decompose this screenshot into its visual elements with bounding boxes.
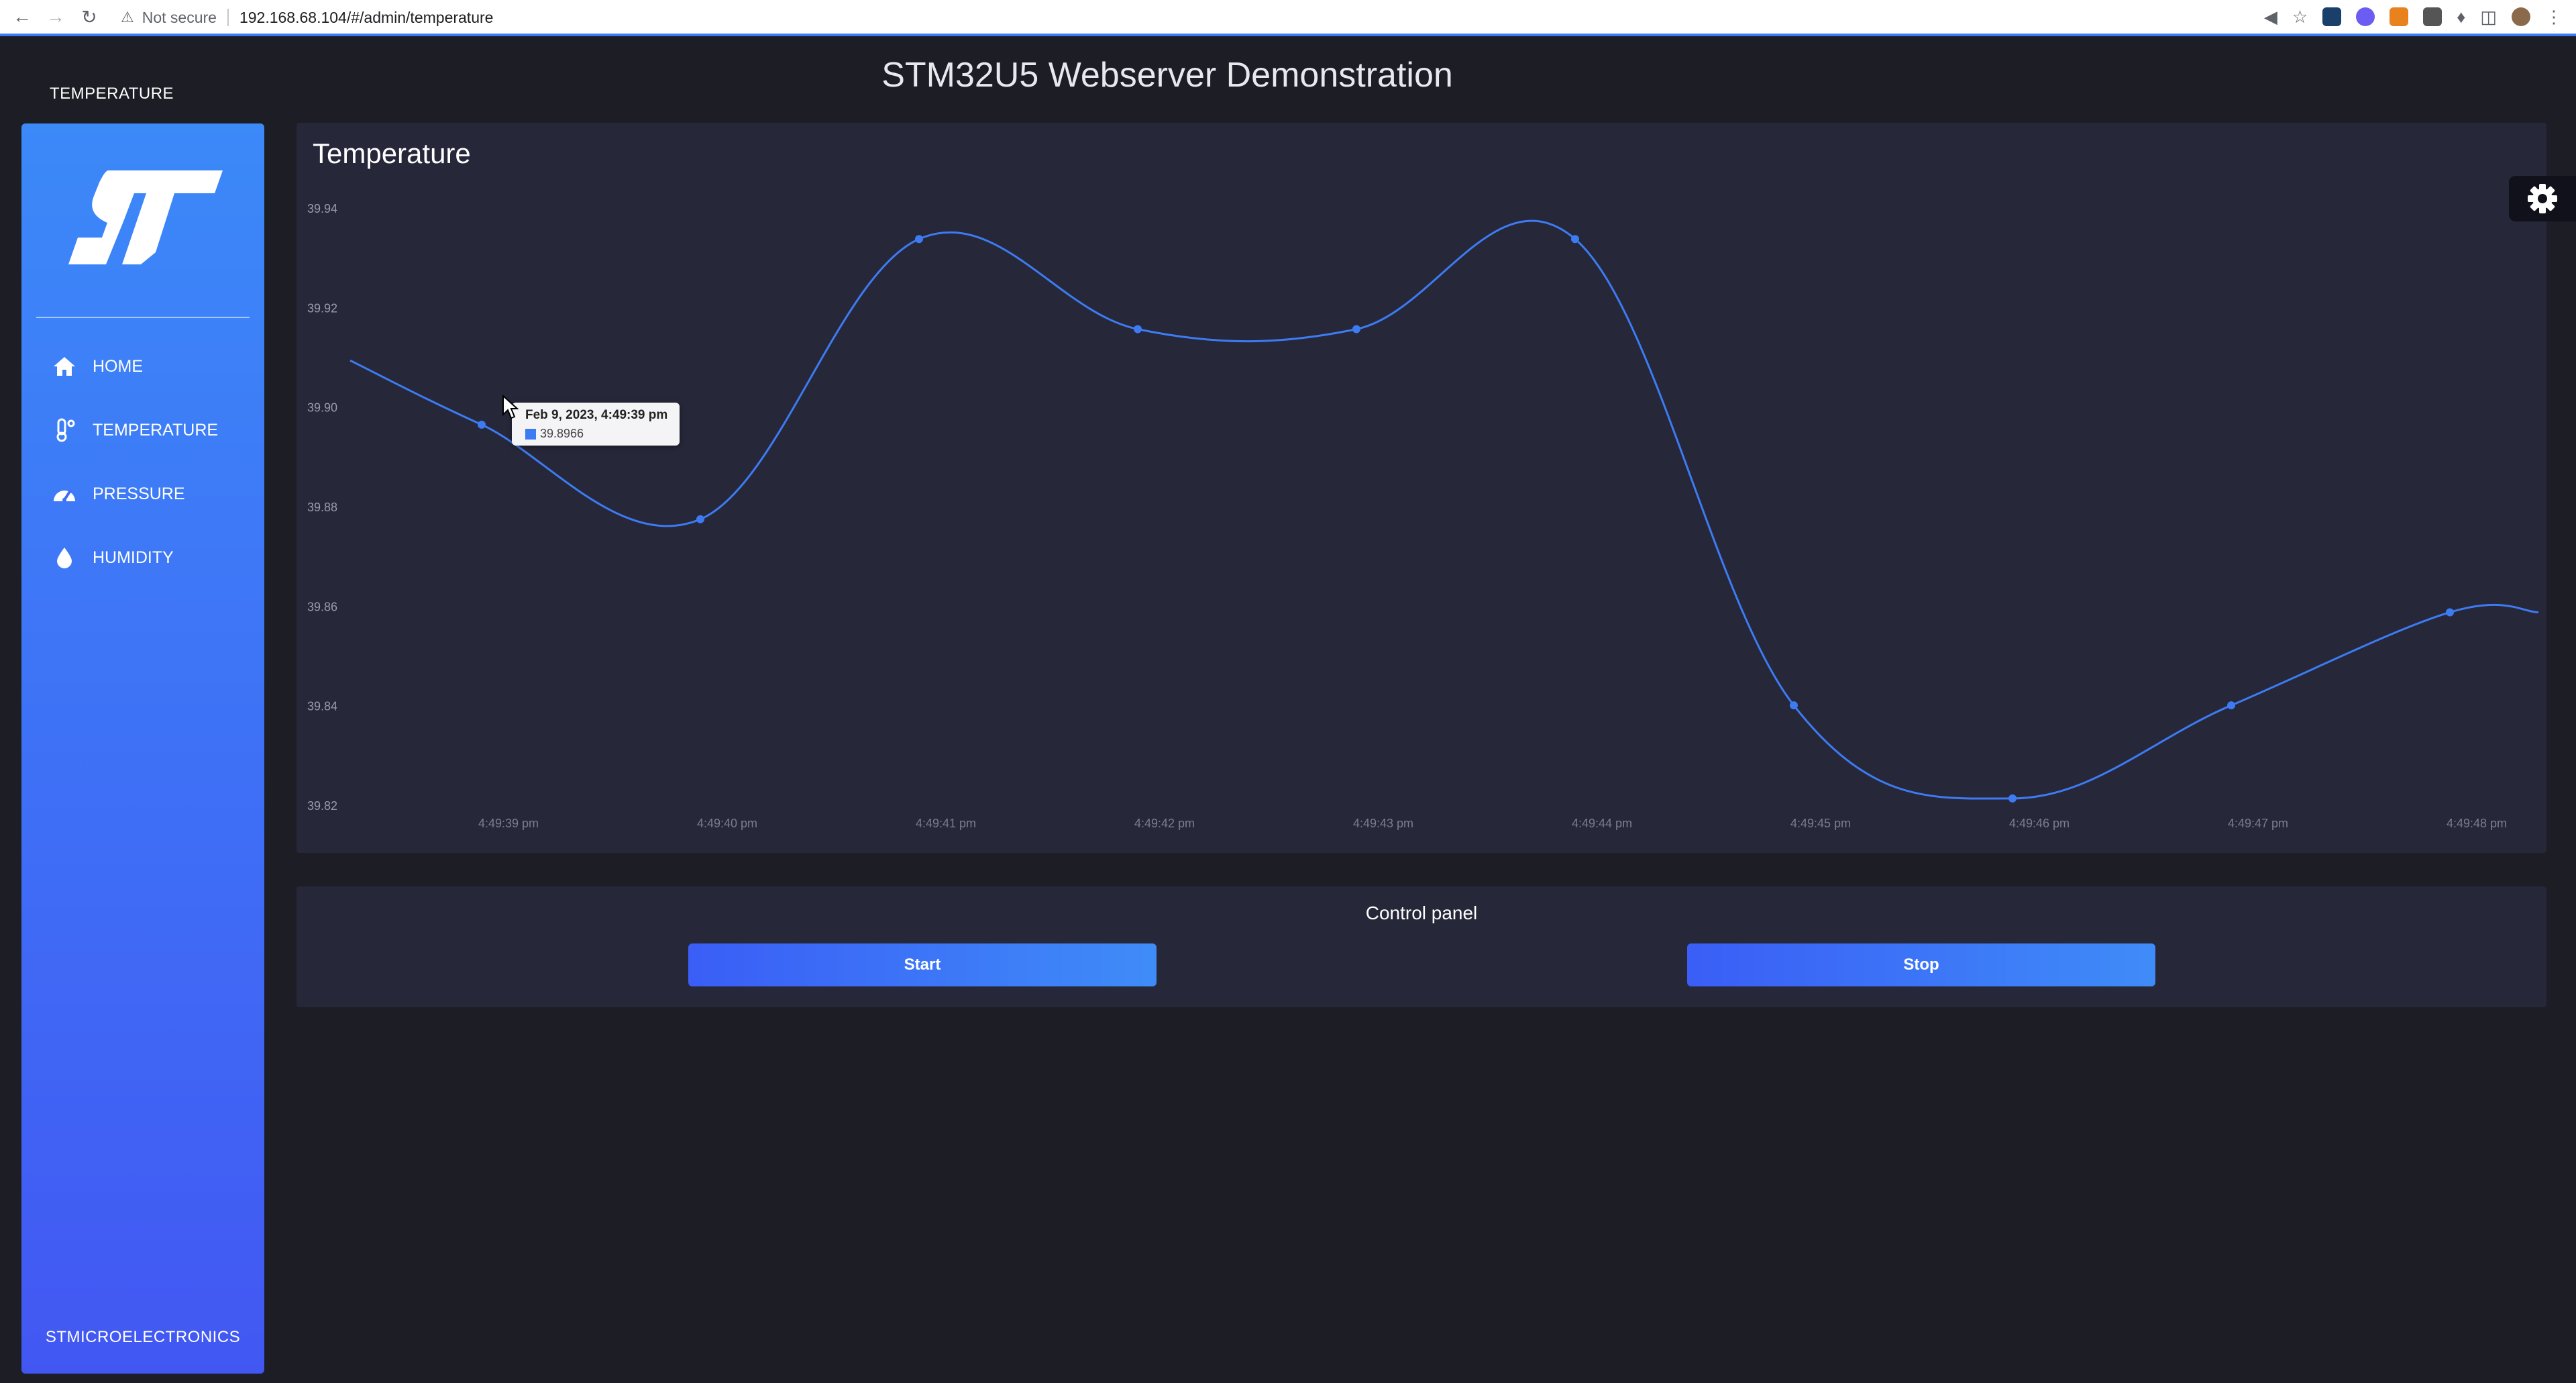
sidebar-item-humidity[interactable]: HUMIDITY (51, 542, 174, 574)
data-point (2446, 608, 2454, 617)
x-tick-label: 4:49:39 pm (478, 817, 539, 830)
sidebar-divider (36, 317, 250, 318)
browser-nav: ← → ↻ (5, 0, 106, 34)
settings-button[interactable] (2509, 176, 2576, 221)
home-icon (51, 353, 78, 380)
avatar[interactable] (2512, 7, 2530, 26)
sidebar-footer: STMICROELECTRONICS (45, 1328, 241, 1346)
reload-icon[interactable]: ↻ (72, 6, 106, 28)
sidebar-item-label: HUMIDITY (93, 548, 174, 567)
security-label: Not secure (142, 8, 217, 26)
data-point (2008, 794, 2017, 803)
browser-actions: ◀ ☆ ♦ ◫ ⋮ (2264, 0, 2563, 34)
sidebar-item-home[interactable]: HOME (51, 350, 143, 382)
sidebar-item-pressure[interactable]: PRESSURE (51, 478, 185, 510)
series-area (350, 221, 2538, 806)
data-point (915, 235, 923, 244)
tooltip-value-row: 39.8966 (525, 427, 584, 441)
back-icon[interactable]: ← (5, 6, 39, 28)
data-point (1790, 701, 1798, 710)
x-tick-label: 4:49:40 pm (697, 817, 757, 830)
x-tick-label: 4:49:47 pm (2228, 817, 2288, 830)
sidebar: HOME TEMPERATURE PRESSURE HUMIDITY STMIC… (21, 123, 264, 1374)
st-logo (68, 170, 223, 264)
metamask-icon[interactable] (2390, 7, 2409, 26)
address-bar[interactable]: ⚠ Not secure 192.168.68.104/#/admin/temp… (121, 4, 493, 31)
data-point (2227, 701, 2235, 710)
sidebar-item-label: PRESSURE (93, 484, 185, 503)
warning-icon: ⚠ (121, 9, 134, 25)
data-point (478, 420, 486, 429)
x-tick-label: 4:49:42 pm (1134, 817, 1195, 830)
x-tick-label: 4:49:46 pm (2009, 817, 2070, 830)
x-tick-label: 4:49:43 pm (1353, 817, 1413, 830)
tooltip-value: 39.8966 (540, 427, 584, 440)
gauge-icon (51, 480, 78, 507)
thermometer-icon (51, 417, 78, 444)
temperature-chart[interactable]: 39.94 39.92 39.90 39.88 39.86 39.84 39.82 4:49:… (297, 123, 2546, 853)
chart-tooltip: Feb 9, 2023, 4:49:39 pm 39.8966 (512, 403, 680, 446)
y-tick-label: 39.94 (307, 202, 337, 215)
data-point (1352, 325, 1360, 334)
forward-icon[interactable]: → (39, 6, 72, 28)
bookmark-star-icon[interactable]: ☆ (2292, 7, 2308, 28)
control-panel: Control panel Start Stop (297, 886, 2546, 1007)
browser-toolbar: ← → ↻ ⚠ Not secure 192.168.68.104/#/admi… (0, 0, 2576, 36)
y-tick-label: 39.90 (307, 401, 337, 415)
x-tick-label: 4:49:44 pm (1572, 817, 1632, 830)
y-tick-label: 39.88 (307, 501, 337, 514)
page-title: STM32U5 Webserver Demonstration (0, 55, 2576, 95)
extension-icon[interactable] (2322, 7, 2342, 26)
mouse-cursor-icon (502, 395, 519, 419)
extension-icon[interactable] (2356, 7, 2375, 26)
temperature-chart-card: Temperature 39.94 39.92 39.90 39.88 39.86 39.… (297, 123, 2546, 853)
sidebar-item-temperature[interactable]: TEMPERATURE (51, 414, 218, 446)
data-point (1571, 235, 1579, 244)
data-point (1134, 325, 1142, 334)
y-tick-label: 39.84 (307, 700, 337, 713)
series-swatch (525, 428, 536, 440)
y-tick-label: 39.86 (307, 600, 337, 613)
x-tick-label: 4:49:45 pm (1790, 817, 1851, 830)
page-title-text: STM32U5 Webserver Demonstration (881, 56, 1453, 95)
sidebar-item-label: HOME (93, 356, 143, 376)
tooltip-title: Feb 9, 2023, 4:49:39 pm (525, 408, 668, 422)
control-panel-title: Control panel (1365, 903, 1478, 923)
gear-icon (2528, 184, 2557, 213)
x-tick-label: 4:49:48 pm (2447, 817, 2507, 830)
droplet-icon (51, 544, 78, 571)
menu-kebab-icon[interactable]: ⋮ (2545, 7, 2563, 28)
address-separator (227, 9, 229, 26)
x-tick-label: 4:49:41 pm (916, 817, 976, 830)
sidebar-item-label: TEMPERATURE (93, 420, 219, 440)
data-point (696, 515, 704, 523)
extension-icon[interactable] (2423, 7, 2443, 26)
share-icon[interactable]: ◀ (2264, 7, 2277, 28)
y-tick-label: 39.92 (307, 301, 337, 315)
y-tick-label: 39.82 (307, 799, 337, 813)
url-text[interactable]: 192.168.68.104/#/admin/temperature (239, 9, 494, 27)
start-button[interactable]: Start (688, 943, 1157, 986)
extensions-puzzle-icon[interactable]: ♦ (2457, 7, 2465, 28)
side-panel-icon[interactable]: ◫ (2480, 7, 2497, 28)
stop-button[interactable]: Stop (1687, 943, 2155, 986)
